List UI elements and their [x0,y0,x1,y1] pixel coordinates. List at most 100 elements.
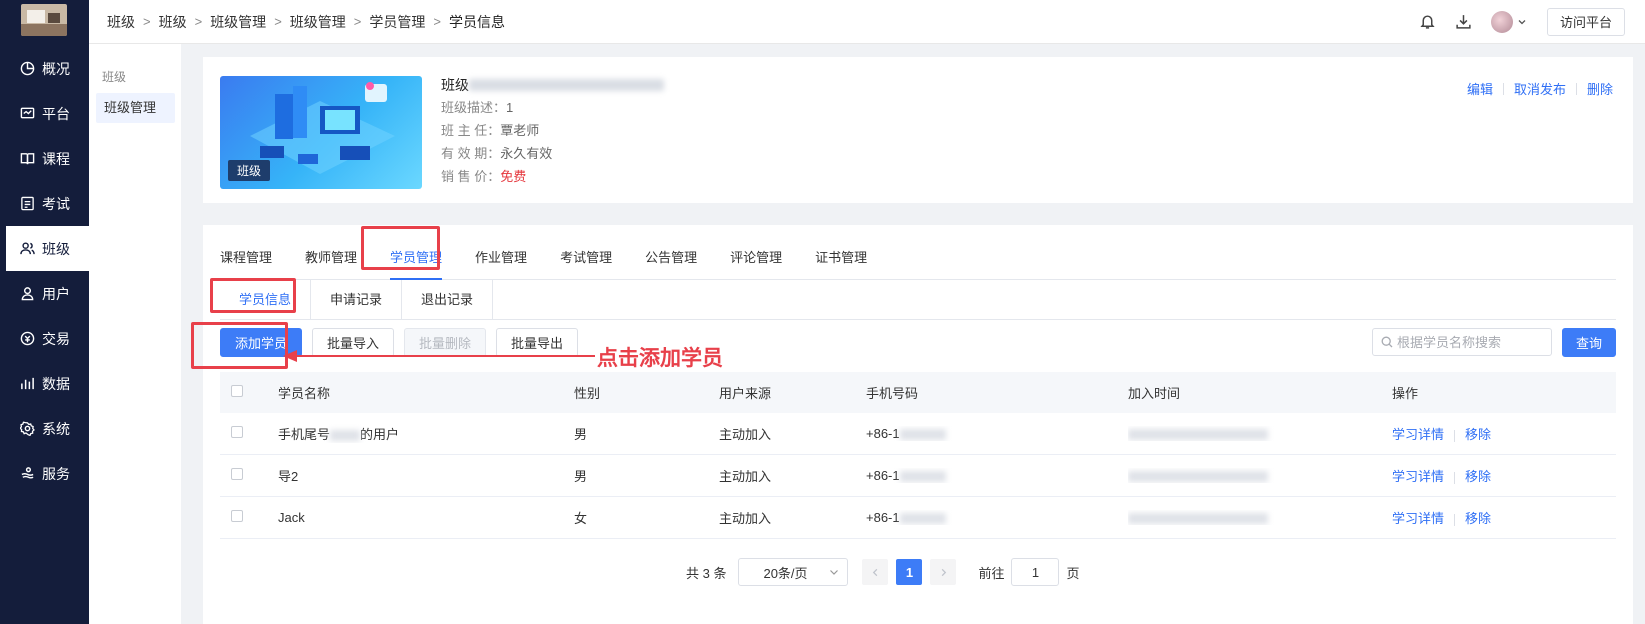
remove-link[interactable]: 移除 [1465,511,1491,526]
sidebar-item-exam[interactable]: 考试 [0,181,89,226]
subtab-apply-record[interactable]: 申请记录 [311,280,403,320]
sidebar-item-label: 课程 [42,150,70,167]
tab-teacher[interactable]: 教师管理 [305,236,357,279]
redacted-text [1128,513,1268,525]
service-icon [19,466,35,482]
student-join-time [1128,510,1392,525]
goto-page-input[interactable] [1011,558,1060,586]
class-teacher: 班 主 任：覃老师 [441,119,664,142]
chevron-down-icon[interactable] [1517,17,1527,27]
row-checkbox[interactable] [231,510,243,522]
tab-homework[interactable]: 作业管理 [475,236,527,279]
student-gender: 女 [574,511,588,526]
page-number-current[interactable]: 1 [896,559,923,585]
chevron-right-icon: > [194,14,203,29]
sidebar-nav: 概况 平台 课程 考试 班级 用户 交易 数据 系统 服务 [0,46,89,496]
subnav-item-class-management[interactable]: 班级管理 [96,93,175,123]
edit-link[interactable]: 编辑 [1467,79,1493,98]
avatar[interactable] [1490,10,1513,33]
sidebar-item-service[interactable]: 服务 [0,451,89,496]
gear-icon [19,421,35,437]
student-name: Jack [278,510,574,525]
student-gender: 男 [574,427,588,442]
remove-link[interactable]: 移除 [1465,469,1491,484]
sidebar-item-system[interactable]: 系统 [0,406,89,451]
delete-link[interactable]: 删除 [1587,79,1613,98]
teacher-label: 班 主 任： [441,123,501,138]
validity-value: 永久有效 [500,146,553,161]
desc-label: 班级描述： [441,100,507,115]
next-page-button[interactable] [930,559,957,585]
study-detail-link[interactable]: 学习详情 [1392,469,1444,484]
breadcrumb-item[interactable]: 班级管理 [290,12,346,32]
study-detail-link[interactable]: 学习详情 [1392,511,1444,526]
users-icon [19,241,35,257]
header-ops: 操作 [1392,386,1419,401]
unpublish-link[interactable]: 取消发布 [1514,79,1566,98]
divider [1454,513,1456,526]
redacted-text [469,79,664,91]
header-join-time: 加入时间 [1128,386,1181,401]
tab-exam[interactable]: 考试管理 [560,236,612,279]
search-input[interactable] [1396,334,1547,350]
subnav-group-label: 班级 [102,70,127,84]
tab-course[interactable]: 课程管理 [220,236,272,279]
query-button[interactable]: 查询 [1561,327,1616,357]
page-size-select[interactable]: 20条/页 [738,558,849,586]
sidebar-item-data[interactable]: 数据 [0,361,89,406]
sidebar-item-class[interactable]: 班级 [0,226,89,271]
student-join-time [1128,468,1392,483]
breadcrumb-item[interactable]: 班级 [107,12,135,32]
header-gender: 性别 [574,386,601,401]
breadcrumb-current: 学员信息 [448,13,505,30]
select-all-checkbox[interactable] [231,385,243,397]
student-gender: 男 [574,469,588,484]
sidebar-item-course[interactable]: 课程 [0,136,89,181]
student-subtabs: 学员信息 申请记录 退出记录 [220,280,1616,320]
app-logo[interactable] [21,4,67,36]
divider [1575,82,1577,95]
arrow-left-icon [283,350,595,362]
student-source: 主动加入 [719,427,772,442]
book-icon [19,151,35,167]
prev-page-button[interactable] [862,559,889,585]
study-detail-link[interactable]: 学习详情 [1392,427,1444,442]
sidebar-item-label: 考试 [42,195,70,212]
management-card: 课程管理 教师管理 学员管理 作业管理 考试管理 公告管理 评论管理 证书管理 … [203,225,1633,624]
breadcrumb-item[interactable]: 学员管理 [369,12,425,32]
breadcrumb-item[interactable]: 班级管理 [210,12,266,32]
tab-notice[interactable]: 公告管理 [645,236,697,279]
teacher-value: 覃老师 [500,123,540,138]
goto-page: 前往 页 [978,558,1080,586]
sidebar-item-platform[interactable]: 平台 [0,91,89,136]
row-actions: 学习详情 移除 [1392,424,1616,443]
student-join-time [1128,426,1392,441]
sidebar-item-overview[interactable]: 概况 [0,46,89,91]
tab-comment[interactable]: 评论管理 [730,236,782,279]
breadcrumb-item[interactable]: 班级 [159,12,187,32]
tab-certificate[interactable]: 证书管理 [815,236,867,279]
row-checkbox[interactable] [231,426,243,438]
remove-link[interactable]: 移除 [1465,427,1491,442]
search-area: 查询 [1371,327,1616,357]
student-source: 主动加入 [719,469,772,484]
tab-student[interactable]: 学员管理 [390,236,443,280]
exchange-icon [19,331,35,347]
page-size-value: 20条/页 [763,565,808,581]
sidebar-item-user[interactable]: 用户 [0,271,89,316]
chevron-right-icon: > [274,14,282,29]
row-checkbox[interactable] [231,468,243,480]
student-table: 学员名称 性别 用户来源 手机号码 加入时间 操作 手机尾号 的用户 男 主动加入… [220,372,1616,539]
pagination: 共 3 条 20条/页 1 前往 页 [686,558,1080,586]
bell-icon[interactable] [1419,13,1437,31]
sidebar-item-trade[interactable]: 交易 [0,316,89,361]
sidebar-item-label: 系统 [42,420,70,437]
visit-platform-button[interactable]: 访问平台 [1546,7,1625,36]
breadcrumb: 班级 > 班级 > 班级管理 > 班级管理 > 学员管理 > 学员信息 [89,12,505,32]
class-actions: 编辑 取消发布 删除 [1467,79,1613,98]
subtab-exit-record[interactable]: 退出记录 [402,280,494,320]
chevron-left-icon [872,568,878,576]
class-description: 班级描述：1 [441,96,664,119]
subtab-student-info[interactable]: 学员信息 [220,280,312,320]
download-icon[interactable] [1455,13,1473,31]
